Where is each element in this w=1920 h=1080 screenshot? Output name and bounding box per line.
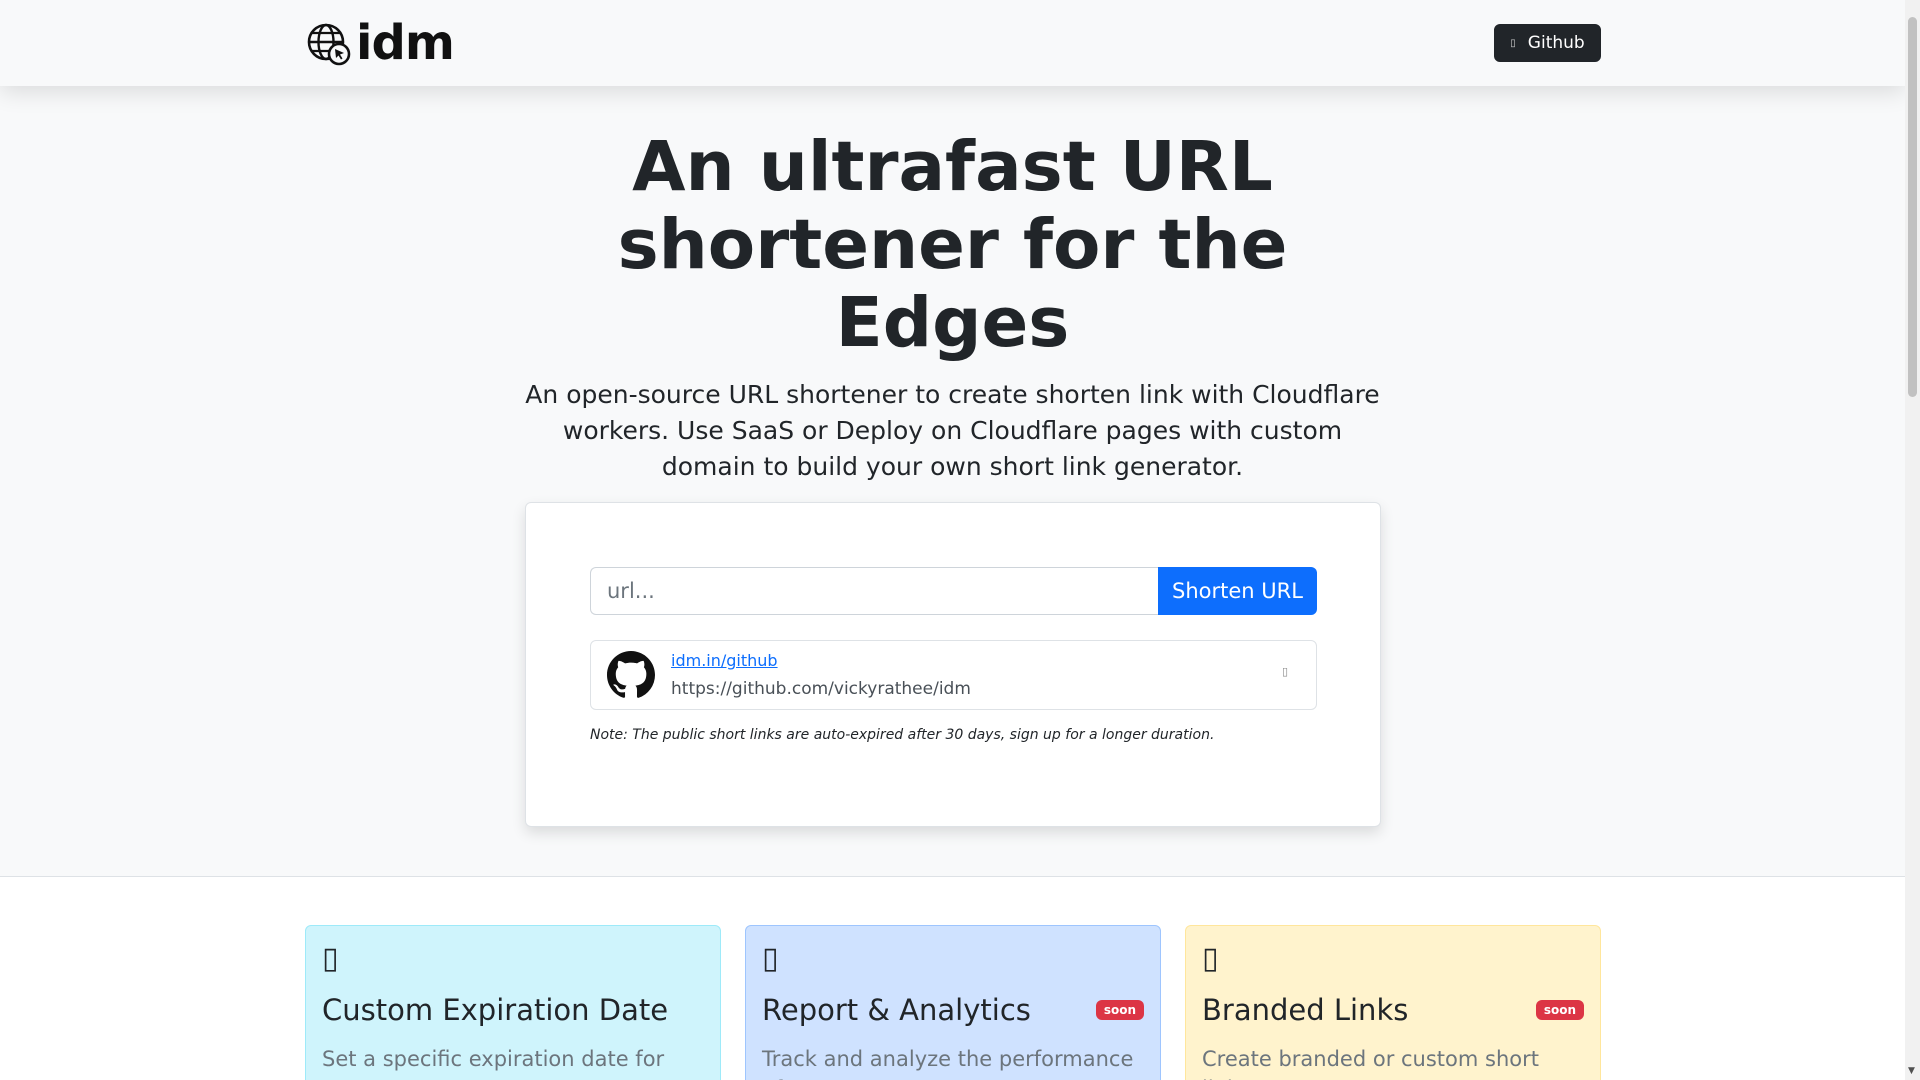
shortener-card: Shorten URL idm.in/github https://github… [525, 502, 1381, 827]
calendar-icon: ▯ [322, 941, 339, 976]
hero-subtitle: An open-source URL shortener to create s… [525, 380, 1380, 481]
soon-badge: soon [1095, 1000, 1144, 1020]
github-button-label: Github [1527, 33, 1585, 53]
feature-card-analytics: ▯ Report & Analytics soon Track and anal… [745, 925, 1161, 1080]
page-scrollbar[interactable]: ▼ [1905, 0, 1920, 1080]
shorten-form: Shorten URL [590, 567, 1317, 615]
feature-header: Custom Expiration Date [322, 992, 704, 1028]
github-icon [607, 651, 655, 698]
scroll-down-arrow-icon[interactable]: ▼ [1908, 1066, 1915, 1076]
feature-title: Report & Analytics [762, 993, 1031, 1027]
feature-description: Set a specific expiration date for your [322, 1047, 665, 1080]
chart-icon: ▯ [762, 941, 779, 976]
url-input[interactable] [590, 567, 1158, 615]
shorten-url-button[interactable]: Shorten URL [1158, 567, 1317, 615]
feature-title: Branded Links [1202, 993, 1409, 1027]
globe-cursor-icon [307, 23, 351, 66]
navbar: idm ▯ Github [0, 0, 1905, 86]
short-link-item: idm.in/github https://github.com/vickyra… [590, 640, 1317, 710]
scrollbar-thumb[interactable] [1908, 17, 1917, 397]
feature-title: Custom Expiration Date [322, 993, 669, 1027]
feature-description: Track and analyze the performance of [762, 1047, 1134, 1080]
feature-header: Report & Analytics soon [762, 992, 1144, 1028]
features-section: ▯ Custom Expiration Date Set a specific … [0, 876, 1905, 1080]
soon-badge: soon [1535, 1000, 1584, 1020]
brand-name: idm [356, 15, 455, 71]
expiry-note: Note: The public short links are auto-ex… [590, 727, 1215, 743]
feature-description: Create branded or custom short links [1202, 1047, 1539, 1080]
original-url: https://github.com/vickyrathee/idm [671, 679, 971, 699]
brand-logo[interactable]: idm [306, 15, 455, 71]
feature-card-expiration: ▯ Custom Expiration Date Set a specific … [305, 925, 721, 1080]
copy-icon[interactable]: ▯ [1282, 665, 1288, 678]
github-button[interactable]: ▯ Github [1494, 24, 1601, 62]
feature-card-branded-links: ▯ Branded Links soon Create branded or c… [1185, 925, 1601, 1080]
short-link[interactable]: idm.in/github [671, 651, 778, 670]
page: idm ▯ Github An ultrafast URL shortener … [0, 0, 1905, 1080]
link-icon: ▯ [1202, 941, 1219, 976]
feature-header: Branded Links soon [1202, 992, 1584, 1028]
github-icon: ▯ [1510, 37, 1516, 49]
hero-title: An ultrafast URL shortener for the Edges [617, 127, 1288, 363]
